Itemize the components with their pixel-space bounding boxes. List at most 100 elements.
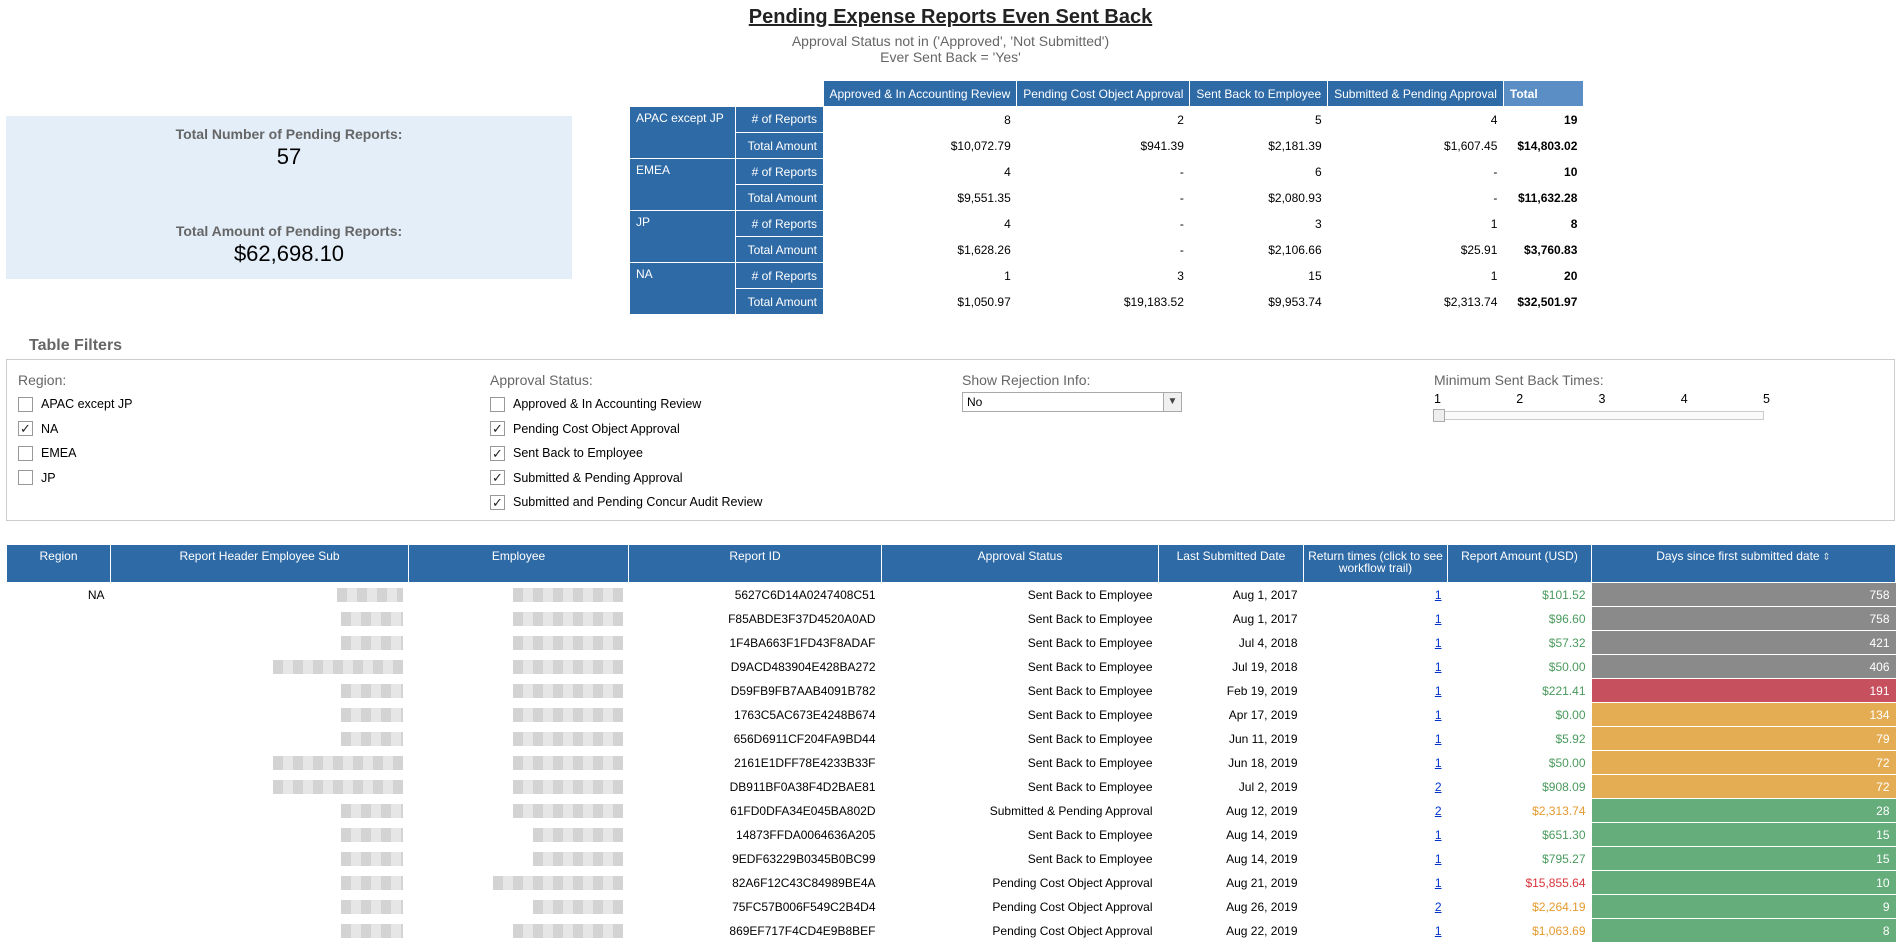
detail-col-header[interactable]: Report Header Employee Sub [110, 544, 409, 583]
workflow-trail-link[interactable]: 1 [1435, 924, 1442, 938]
redacted-text [340, 707, 403, 722]
table-row[interactable]: 869EF717F4CD4E9B8BEF Pending Cost Object … [7, 918, 1896, 943]
table-row[interactable]: 1F4BA663F1FD43F8ADAF Sent Back to Employe… [7, 630, 1896, 655]
workflow-trail-link[interactable]: 1 [1435, 708, 1442, 722]
table-row[interactable]: D9ACD483904E428BA272 Sent Back to Employe… [7, 654, 1896, 679]
workflow-trail-link[interactable]: 1 [1435, 636, 1442, 650]
checkbox-icon[interactable] [18, 396, 33, 412]
summary-cell: $1,607.45 [1444, 138, 1498, 153]
slider-handle[interactable] [1433, 409, 1445, 422]
status-option[interactable]: ✓ Pending Cost Object Approval [490, 417, 762, 442]
checkbox-checked-icon[interactable]: ✓ [490, 470, 505, 486]
checkbox-checked-icon[interactable]: ✓ [490, 421, 505, 437]
table-row[interactable]: F85ABDE3F37D4520A0AD Sent Back to Employe… [7, 606, 1896, 631]
blank-header [735, 81, 823, 107]
table-row[interactable]: 75FC57B006F549C2B4D4 Pending Cost Object … [7, 894, 1896, 919]
detail-col-header[interactable]: Days since first submitted date ⇕ [1591, 544, 1896, 583]
summary-cell: 3 [1314, 216, 1322, 231]
summary-cell: 20 [1564, 268, 1578, 283]
workflow-trail-link[interactable]: 2 [1435, 900, 1442, 914]
summary-cell: $2,106.66 [1268, 242, 1322, 257]
detail-col-header-label: Employee [491, 549, 546, 563]
table-row[interactable]: 2161E1DFF78E4233B33F Sent Back to Employe… [7, 750, 1896, 775]
workflow-trail-link[interactable]: 2 [1435, 804, 1442, 818]
checkbox-icon[interactable] [18, 445, 33, 461]
checkbox-checked-icon[interactable]: ✓ [18, 421, 33, 437]
rejection-select-value: No [967, 395, 983, 409]
rejection-select[interactable]: No ▼ [962, 392, 1182, 412]
row-employee-sub [111, 871, 409, 895]
table-row[interactable]: 82A6F12C43C84989BE4A Pending Cost Object … [7, 870, 1896, 895]
workflow-trail-link[interactable]: 1 [1435, 852, 1442, 866]
row-last-submitted: Aug 14, 2019 [1226, 851, 1298, 866]
redacted-text [512, 611, 623, 626]
detail-col-header[interactable]: Report ID [628, 544, 882, 583]
summary-col-total[interactable]: Total [1502, 80, 1584, 107]
workflow-trail-link[interactable]: 1 [1435, 756, 1442, 770]
row-employee-sub [111, 703, 409, 727]
status-option[interactable]: ✓ Submitted and Pending Concur Audit Revi… [490, 490, 762, 515]
redacted-text [512, 779, 623, 794]
summary-cell: 4 [1004, 216, 1011, 231]
table-row[interactable]: DB911BF0A38F4D2BAE81 Sent Back to Employe… [7, 774, 1896, 799]
table-row[interactable]: 1763C5AC673E4248B674 Sent Back to Employe… [7, 702, 1896, 727]
checkbox-icon[interactable] [490, 396, 505, 412]
workflow-trail-link[interactable]: 1 [1435, 660, 1442, 674]
chevron-down-icon[interactable]: ▼ [1163, 393, 1181, 411]
row-amount: $50.00 [1548, 659, 1586, 674]
detail-col-header[interactable]: Last Submitted Date [1158, 544, 1304, 583]
region-option[interactable]: ✓ NA [18, 417, 132, 442]
detail-col-header[interactable]: Approval Status [881, 544, 1159, 583]
row-approval-status: Sent Back to Employee [1027, 779, 1153, 794]
summary-col-header[interactable]: Approved & In Accounting Review [822, 80, 1018, 107]
workflow-trail-link[interactable]: 1 [1435, 828, 1442, 842]
row-employee [409, 751, 629, 775]
table-row[interactable]: 9EDF63229B0345B0BC99 Sent Back to Employe… [7, 846, 1896, 871]
workflow-trail-link[interactable]: 2 [1435, 780, 1442, 794]
status-option[interactable]: Approved & In Accounting Review [490, 392, 762, 417]
summary-col-header[interactable]: Submitted & Pending Approval [1327, 80, 1504, 107]
sort-icon[interactable]: ⇕ [1820, 552, 1830, 563]
row-region [7, 871, 111, 895]
row-region [7, 799, 111, 823]
row-report-id: 5627C6D14A0247408C51 [734, 587, 876, 602]
table-row[interactable]: NA 5627C6D14A0247408C51 Sent Back to Emplo… [7, 582, 1896, 607]
checkbox-checked-icon[interactable]: ✓ [490, 494, 505, 510]
row-region [7, 727, 111, 751]
detail-col-header[interactable]: Employee [408, 544, 629, 583]
row-return-times: 1 [1304, 631, 1448, 655]
status-option[interactable]: ✓ Submitted & Pending Approval [490, 466, 762, 491]
checkbox-checked-icon[interactable]: ✓ [490, 445, 505, 461]
sentback-slider[interactable] [1433, 409, 1764, 422]
workflow-trail-link[interactable]: 1 [1435, 876, 1442, 890]
detail-col-header[interactable]: Region [6, 544, 111, 583]
table-row[interactable]: 656D6911CF204FA9BD44 Sent Back to Employe… [7, 726, 1896, 751]
status-option[interactable]: ✓ Sent Back to Employee [490, 441, 762, 466]
slider-ticks: 1 2 3 4 5 [1434, 392, 1770, 406]
checkbox-icon[interactable] [18, 470, 33, 486]
region-option[interactable]: EMEA [18, 441, 132, 466]
table-row[interactable]: D59FB9FB7AAB4091B782 Sent Back to Employe… [7, 678, 1896, 703]
workflow-trail-link[interactable]: 1 [1435, 684, 1442, 698]
row-employee-sub [111, 751, 409, 775]
workflow-trail-link[interactable]: 1 [1435, 588, 1442, 602]
table-row[interactable]: 61FD0DFA34E045BA802D Submitted & Pending … [7, 798, 1896, 823]
summary-cell: $2,313.74 [1444, 294, 1498, 309]
region-option-label: NA [41, 421, 59, 436]
region-option[interactable]: JP [18, 466, 132, 491]
region-option[interactable]: APAC except JP [18, 392, 132, 417]
workflow-trail-link[interactable]: 1 [1435, 732, 1442, 746]
row-last-submitted: Aug 1, 2017 [1232, 587, 1298, 602]
workflow-trail-link[interactable]: 1 [1435, 612, 1442, 626]
row-approval-status: Pending Cost Object Approval [992, 899, 1153, 914]
row-last-submitted: Jun 11, 2019 [1228, 731, 1298, 746]
detail-col-header[interactable]: Return times (click to see workflow trai… [1303, 544, 1448, 583]
table-row[interactable]: 14873FFDA0064636A205 Sent Back to Employe… [7, 822, 1896, 847]
summary-table: Approved & In Accounting Review Pending … [630, 80, 1584, 315]
summary-col-header[interactable]: Sent Back to Employee [1189, 80, 1329, 107]
detail-col-header[interactable]: Report Amount (USD) [1447, 544, 1592, 583]
row-report-id: D9ACD483904E428BA272 [730, 659, 876, 674]
redacted-text [336, 588, 403, 603]
summary-region: EMEA [630, 158, 736, 211]
summary-col-header[interactable]: Pending Cost Object Approval [1016, 80, 1191, 107]
